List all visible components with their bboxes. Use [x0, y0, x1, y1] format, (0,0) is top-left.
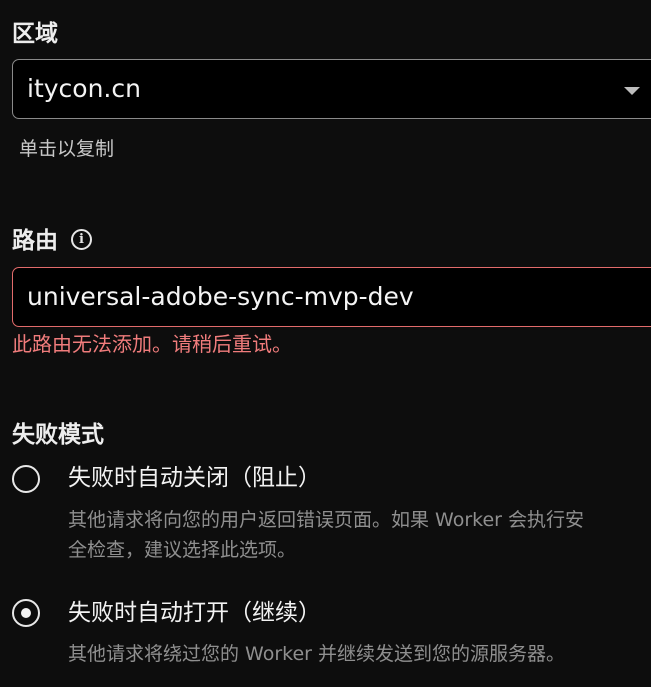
region-select[interactable]: itycon.cn	[12, 59, 651, 119]
fail-closed-title[interactable]: 失败时自动关闭（阻止）	[68, 463, 321, 493]
fail-open-title[interactable]: 失败时自动打开（继续）	[68, 598, 321, 628]
chevron-down-icon	[624, 87, 640, 95]
fail-open-radio[interactable]	[12, 599, 40, 627]
region-label: 区域	[12, 21, 58, 47]
route-input[interactable]: universal-adobe-sync-mvp-dev	[12, 267, 651, 327]
radio-selected-dot	[21, 608, 31, 618]
fail-closed-description-line2: 全检查，建议选择此选项。	[68, 539, 297, 561]
fail-closed-description-line1: 其他请求将向您的用户返回错误页面。如果 Worker 会执行安	[68, 509, 585, 531]
fail-closed-radio[interactable]	[12, 465, 40, 493]
region-select-value: itycon.cn	[27, 74, 141, 103]
failure-mode-label: 失败模式	[12, 422, 104, 448]
click-to-copy-hint[interactable]: 单击以复制	[19, 136, 114, 162]
fail-open-description: 其他请求将绕过您的 Worker 并继续发送到您的源服务器。	[68, 643, 566, 665]
route-label: 路由	[12, 228, 58, 254]
route-error-message: 此路由无法添加。请稍后重试。	[12, 332, 292, 356]
route-input-value: universal-adobe-sync-mvp-dev	[27, 282, 414, 311]
info-icon[interactable]: i	[71, 229, 92, 250]
